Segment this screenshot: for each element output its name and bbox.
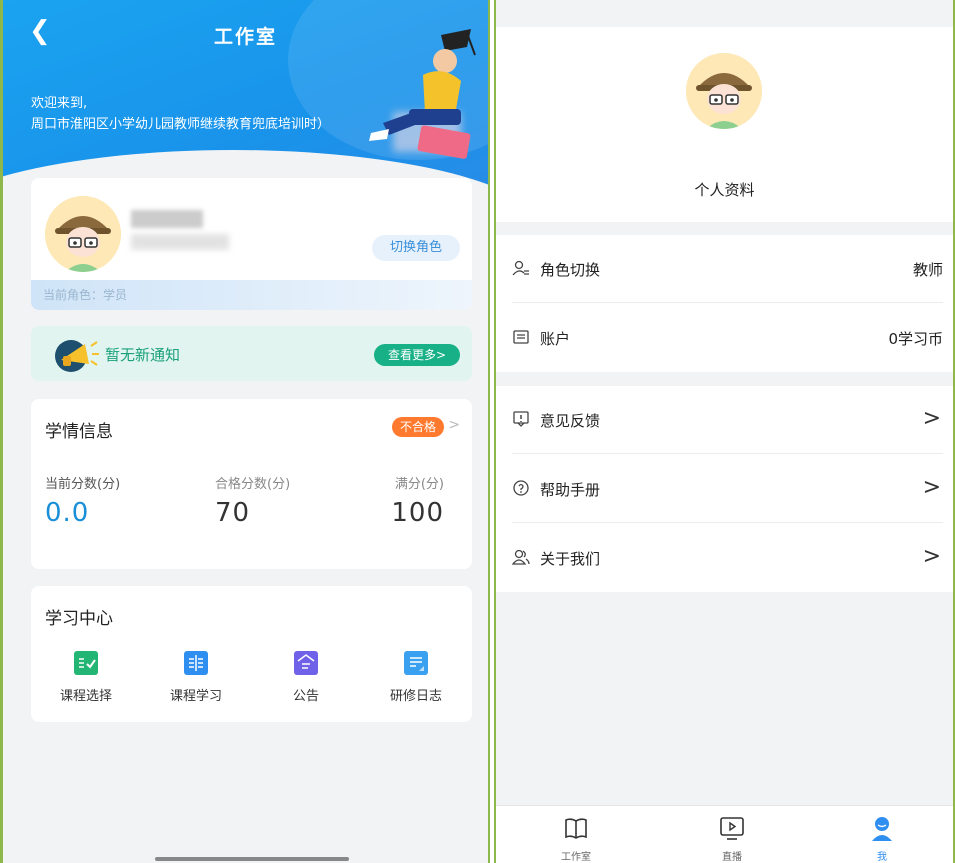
about-icon <box>512 549 530 565</box>
notice-text: 暂无新通知 <box>105 346 181 364</box>
avatar-icon <box>686 53 762 129</box>
tab-workroom[interactable]: 工作室 <box>536 814 616 863</box>
role-switch-row[interactable]: 角色切换 教师 <box>496 235 953 303</box>
study-info-card: 学情信息 不合格 > 当前分数(分) 0.0 合格分数(分) 70 满分(分) … <box>31 399 472 569</box>
chevron-right-icon: > <box>922 406 941 431</box>
welcome-text: 欢迎来到, <box>31 96 88 111</box>
feedback-icon <box>513 411 529 427</box>
journal-button[interactable]: 研修日志 <box>371 651 461 704</box>
school-name: 周口市淮阳区小学幼儿园教师继续教育兜底培训时） <box>31 117 331 132</box>
chevron-right-icon: > <box>922 475 941 500</box>
book-icon <box>565 818 587 839</box>
help-icon <box>513 480 529 496</box>
announcement-icon <box>294 651 318 675</box>
switch-role-button[interactable]: 切换角色 <box>372 235 460 261</box>
learning-center-card: 学习中心 课程选择 课程学习 公告 研修日志 <box>31 586 472 722</box>
tab-me[interactable]: 我 <box>842 814 922 863</box>
course-select-button[interactable]: 课程选择 <box>41 651 131 704</box>
help-row[interactable]: 帮助手册 > <box>496 455 953 523</box>
bottom-tab-bar: 工作室 直播 我 <box>496 805 953 863</box>
avatar-icon <box>45 196 121 272</box>
account-row[interactable]: 账户 0学习币 <box>496 304 953 372</box>
profile-label: 个人资料 <box>694 181 755 199</box>
me-screen: 个人资料 角色切换 教师 账户 0学习币 意见反馈 > 帮助手册 > 关于我们 … <box>494 0 955 863</box>
home-indicator <box>155 857 349 861</box>
chevron-right-icon: > <box>922 544 941 569</box>
course-select-icon <box>74 651 98 675</box>
about-row[interactable]: 关于我们 > <box>496 524 953 592</box>
notice-bar[interactable]: 暂无新通知 查看更多> <box>31 326 472 381</box>
announcement-button[interactable]: 公告 <box>261 651 351 704</box>
avatar[interactable] <box>686 53 762 129</box>
status-badge[interactable]: 不合格 <box>391 417 444 437</box>
current-score: 当前分数(分) 0.0 <box>45 477 121 528</box>
workroom-screen: ❮ 工作室 欢迎来到, 周口市淮阳区小学幼儿园教师继续教育兜底培训时） 切换角色… <box>0 0 490 863</box>
full-score: 满分(分) 100 <box>391 477 444 528</box>
chevron-right-icon[interactable]: > <box>448 417 460 433</box>
avatar <box>45 196 121 272</box>
course-study-button[interactable]: 课程学习 <box>151 651 241 704</box>
coin-balance: 0学习币 <box>888 330 943 348</box>
me-icon <box>872 817 892 841</box>
account-icon <box>513 330 529 344</box>
account-group: 角色切换 教师 账户 0学习币 <box>496 235 953 372</box>
megaphone-icon <box>55 340 99 372</box>
redacted-name <box>131 210 203 228</box>
user-switch-icon <box>512 260 529 276</box>
tab-live[interactable]: 直播 <box>692 814 772 863</box>
profile-header[interactable]: 个人资料 <box>496 27 953 222</box>
feedback-row[interactable]: 意见反馈 > <box>496 386 953 454</box>
view-more-button[interactable]: 查看更多> <box>374 344 460 366</box>
pass-score: 合格分数(分) 70 <box>215 477 291 528</box>
learning-center-title: 学习中心 <box>45 609 113 629</box>
profile-card: 切换角色 当前角色：学员 <box>31 178 472 310</box>
support-group: 意见反馈 > 帮助手册 > 关于我们 > <box>496 386 953 592</box>
live-icon <box>720 817 744 840</box>
current-role-label: 当前角色：学员 <box>31 280 472 310</box>
redacted-info <box>131 234 229 250</box>
journal-icon <box>404 651 428 675</box>
course-study-icon <box>184 651 208 675</box>
role-value: 教师 <box>912 261 943 279</box>
student-illustration-icon <box>369 29 476 159</box>
study-info-title: 学情信息 <box>45 422 113 442</box>
